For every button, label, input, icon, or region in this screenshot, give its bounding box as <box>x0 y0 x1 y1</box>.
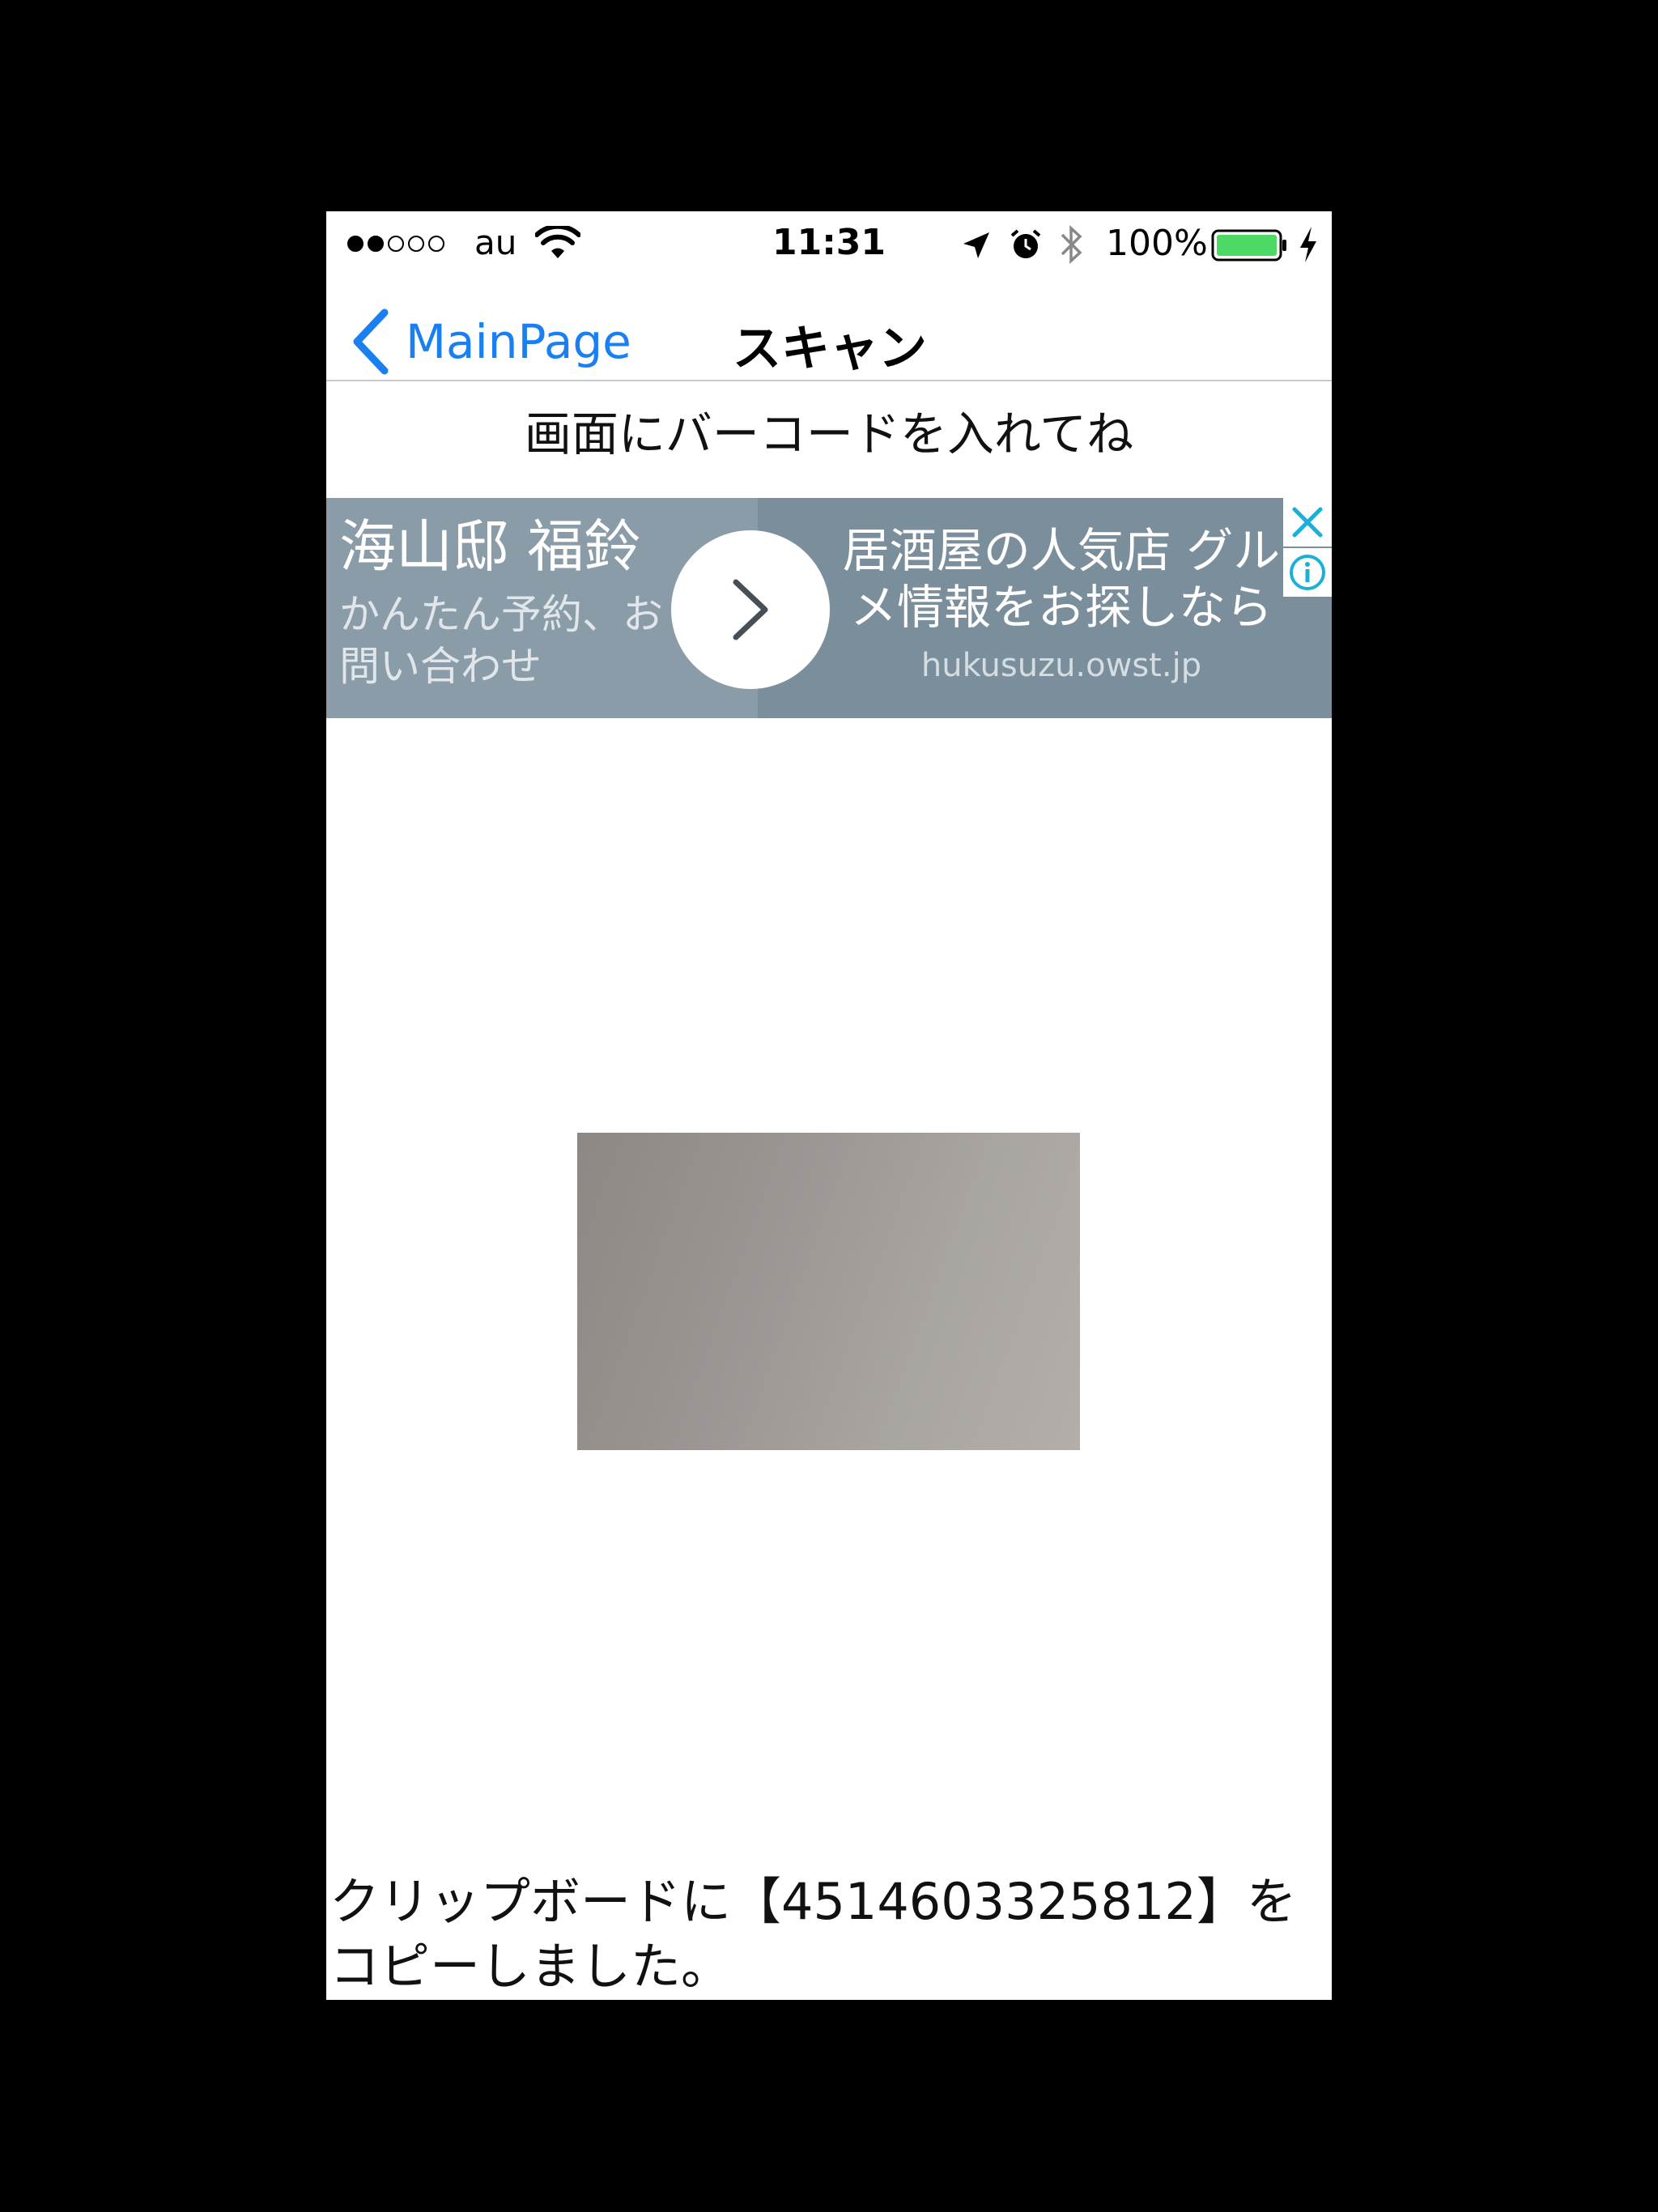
ad-close-button[interactable] <box>1283 498 1332 547</box>
chevron-right-icon <box>733 579 768 640</box>
page-title: スキャン <box>733 321 927 377</box>
charging-bolt-icon <box>1300 227 1316 262</box>
alarm-icon <box>1010 229 1041 258</box>
ad-arrow-button[interactable] <box>671 530 830 689</box>
info-icon <box>1290 555 1325 590</box>
ad-subtitle: かんたん予約、お問い合わせ <box>339 591 663 690</box>
battery-icon <box>1211 229 1286 262</box>
phone-screen: au 11:31 100% MainPage スキャン 画面にバーコードを入れて… <box>326 211 1332 2000</box>
location-arrow-icon <box>963 232 989 258</box>
status-bar: au 11:31 100% <box>326 211 1332 276</box>
navigation-bar: MainPage スキャン <box>326 276 1332 381</box>
ad-url: hukusuzu.owst.jp <box>920 647 1202 684</box>
camera-preview <box>577 1133 1080 1450</box>
close-icon <box>1292 507 1323 538</box>
bluetooth-icon <box>1061 225 1082 264</box>
scan-instruction: 画面にバーコードを入れてね <box>524 406 1134 462</box>
ad-headline: 居酒屋の人気店 グルメ情報をお探しなら <box>842 523 1281 635</box>
ad-info-button[interactable] <box>1283 548 1332 597</box>
result-message: クリップボードに【4514603325812】をコピーしました。 <box>329 1872 1297 1996</box>
ad-advertiser-name: 海山邸 福鈴 <box>339 513 641 580</box>
battery-percent: 100% <box>1106 223 1208 264</box>
ad-banner[interactable]: 海山邸 福鈴 かんたん予約、お問い合わせ 居酒屋の人気店 グルメ情報をお探しなら… <box>326 498 1332 718</box>
